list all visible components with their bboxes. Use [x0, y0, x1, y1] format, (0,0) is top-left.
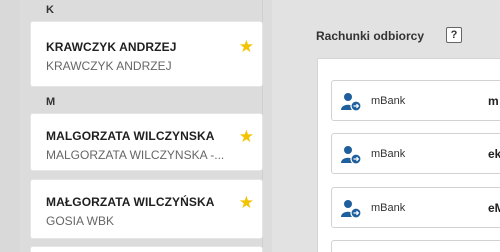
group-letter-k: K — [46, 4, 54, 16]
account-row[interactable]: mBank eM — [331, 187, 500, 228]
contact-card[interactable]: MAŁGORZATA WILCZYŃSKA GOSIA WBK ★ — [30, 179, 263, 239]
star-icon[interactable]: ★ — [239, 194, 254, 211]
star-icon[interactable]: ★ — [239, 38, 254, 55]
contact-subtitle: KRAWCZYK ANDRZEJ — [46, 59, 172, 73]
user-account-icon — [341, 93, 362, 112]
contact-card[interactable]: KRAWCZYK ANDRZEJ KRAWCZYK ANDRZEJ ★ — [30, 21, 263, 87]
contact-card[interactable]: MALGORZATA WILCZYNSKA MALGORZATA WILCZYN… — [30, 113, 263, 171]
group-letter-m: M — [46, 96, 56, 108]
contact-name: MAŁGORZATA WILCZYŃSKA — [46, 195, 215, 209]
account-row[interactable]: mBank m — [331, 80, 500, 121]
account-row[interactable]: mBank ek — [331, 133, 500, 174]
bank-name: mBank — [371, 148, 406, 160]
user-account-icon — [341, 200, 362, 219]
account-row-partial[interactable] — [331, 240, 500, 252]
bank-name: mBank — [371, 202, 406, 214]
contact-name: KRAWCZYK ANDRZEJ — [46, 40, 177, 54]
user-account-icon — [341, 146, 362, 165]
contact-subtitle: MALGORZATA WILCZYNSKA -... — [46, 148, 225, 162]
contact-subtitle: GOSIA WBK — [46, 214, 115, 228]
account-number: m — [488, 94, 499, 108]
account-number: ek — [488, 147, 500, 161]
star-icon[interactable]: ★ — [239, 128, 254, 145]
contact-name: MALGORZATA WILCZYNSKA — [46, 129, 215, 143]
section-title: Rachunki odbiorcy — [316, 29, 425, 43]
account-number: eM — [488, 201, 500, 215]
bank-name: mBank — [371, 95, 406, 107]
help-button[interactable]: ? — [446, 27, 462, 43]
contact-card-partial[interactable] — [30, 246, 263, 252]
